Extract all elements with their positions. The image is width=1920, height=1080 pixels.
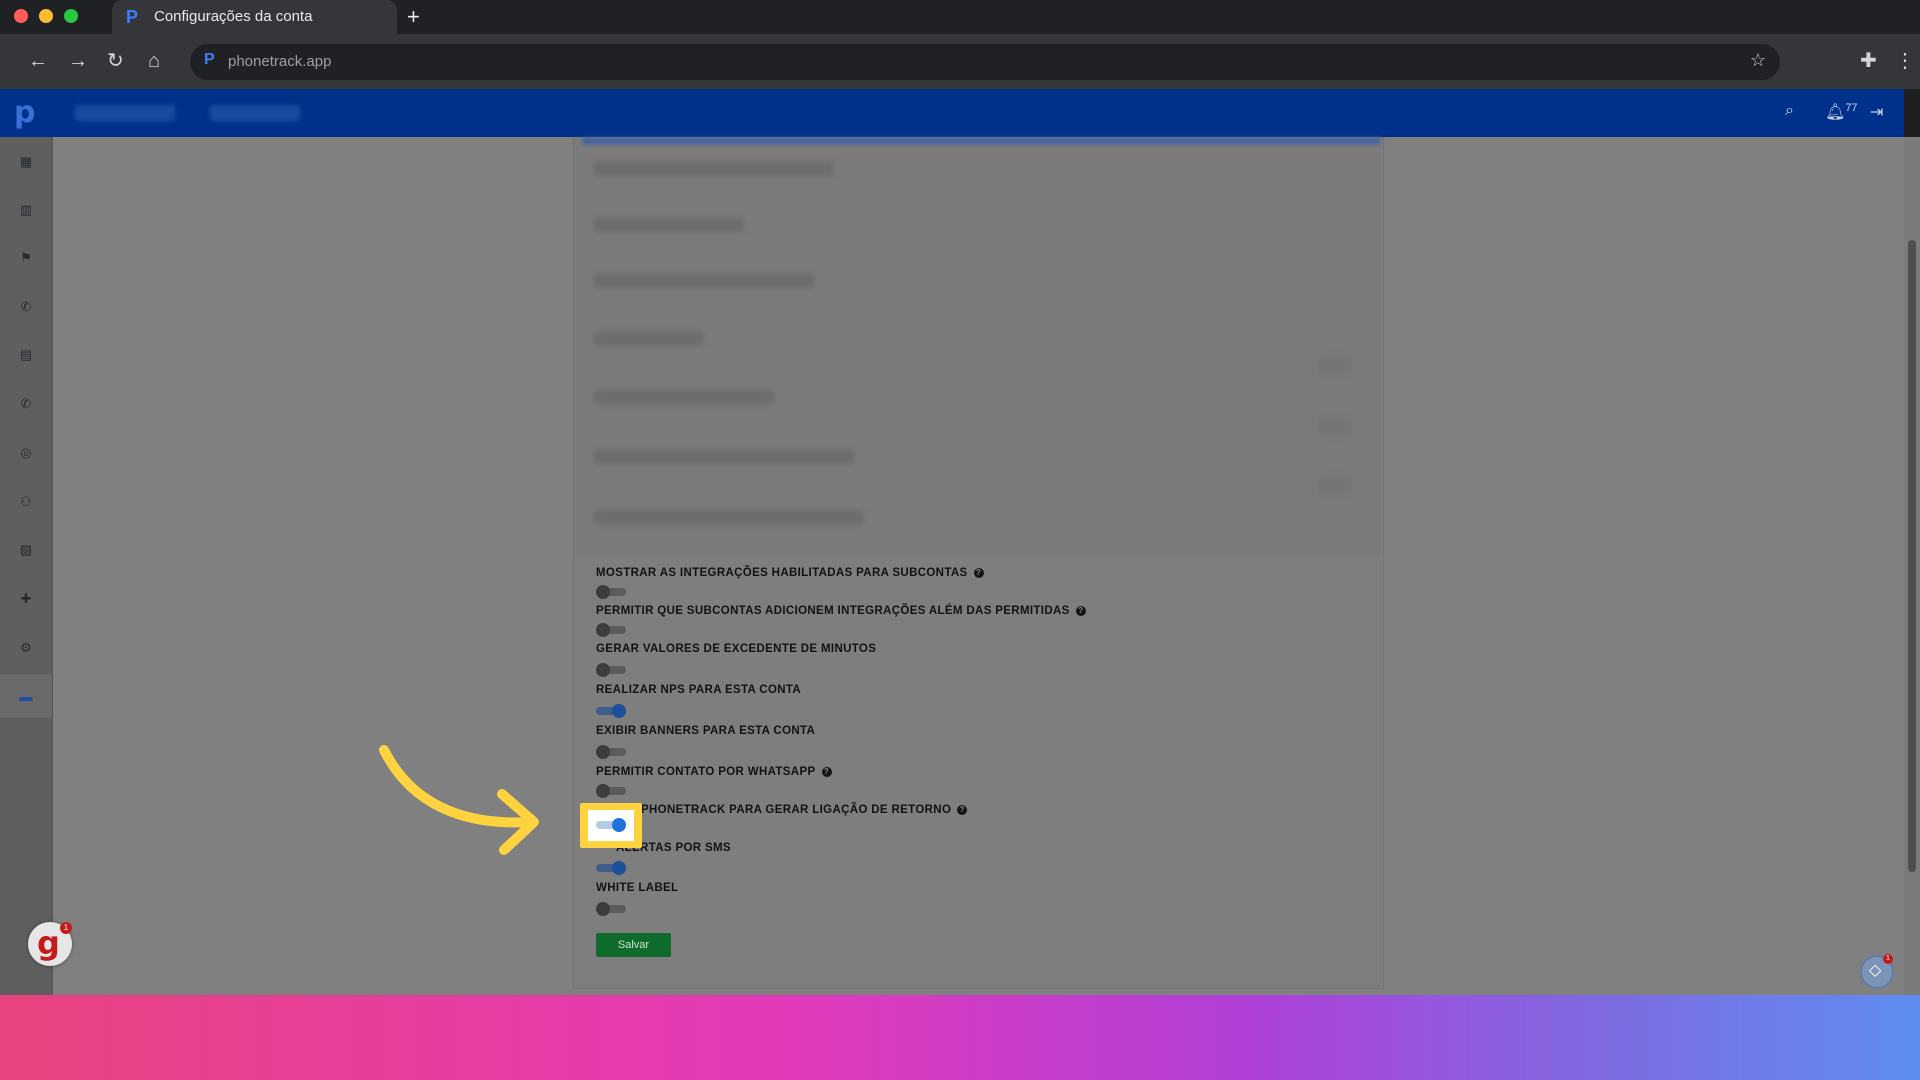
call-icon[interactable]: ✆ [0, 396, 52, 412]
maximize-window-button[interactable] [64, 9, 78, 23]
settings-gear-icon[interactable]: ⚙ [0, 640, 52, 656]
store-icon[interactable]: ▬ [0, 689, 52, 704]
site-favicon-icon: P [204, 51, 215, 68]
help-icon[interactable]: ? [957, 804, 968, 815]
dashboard-icon[interactable]: ▦ [0, 154, 52, 170]
chat-icon: ◇ [1869, 962, 1882, 979]
contact-card-icon[interactable]: ▤ [0, 347, 52, 363]
growth-badge: 1 [60, 922, 72, 934]
blurred-row [594, 274, 814, 288]
toggle-switch[interactable] [596, 784, 626, 798]
scrollbar-thumb[interactable] [1908, 240, 1916, 872]
tutorial-arrow-icon [379, 745, 539, 855]
search-icon[interactable]: ⌕ [1785, 102, 1794, 120]
browser-tab-strip: P Configurações da conta + [0, 0, 1920, 34]
minimize-window-button[interactable] [39, 9, 53, 23]
tutorial-highlight-box [580, 803, 642, 848]
notification-count: 77 [1845, 102, 1858, 114]
help-icon[interactable]: ? [1075, 605, 1086, 616]
address-url: phonetrack.app [228, 53, 332, 70]
chat-badge: 1 [1883, 954, 1893, 964]
blurred-row [594, 332, 704, 346]
growth-widget[interactable]: g 1 [28, 922, 72, 966]
save-button[interactable]: Salvar [596, 933, 671, 957]
subaccount-selector[interactable] [210, 105, 300, 121]
help-icon[interactable]: ? [821, 766, 832, 777]
sidebar: ▦ ▥ ⚑ ✆ ▤ ✆ ◎ ⚇ ▧ ✚ ⚙ ▬ [0, 137, 53, 995]
logout-icon[interactable]: ⇥ [1870, 102, 1883, 122]
account-settings-card: MOSTRAR AS INTEGRAÇÕES HABILITADAS PARA … [573, 137, 1384, 989]
account-selector[interactable] [75, 105, 175, 121]
new-tab-button[interactable]: + [407, 4, 420, 30]
toggle-switch[interactable] [596, 902, 626, 916]
reload-icon[interactable]: ↻ [107, 49, 124, 73]
close-window-button[interactable] [14, 9, 28, 23]
setting-label: EXIBIR BANNERS PARA ESTA CONTA [596, 725, 816, 737]
blurred-input [1319, 356, 1351, 376]
browser-menu-icon[interactable]: ⋮ [1895, 48, 1915, 73]
reports-icon[interactable]: ▥ [0, 202, 52, 218]
app-header: p ⌕ 🔔︎77 ⇥ [0, 89, 1904, 137]
setting-label: MOSTRAR AS INTEGRAÇÕES HABILITADAS PARA … [596, 567, 968, 579]
tab-title: Configurações da conta [154, 8, 313, 25]
blurred-row [594, 218, 744, 232]
toggle-switch[interactable] [596, 623, 626, 637]
toggle-switch[interactable] [596, 861, 626, 875]
address-bar[interactable]: P phonetrack.app ☆ [190, 44, 1780, 80]
blurred-row [594, 510, 864, 524]
page-scrollbar[interactable] [1904, 137, 1920, 995]
phonetrack-favicon-icon: P [126, 7, 139, 27]
bottom-gradient-bar [0, 995, 1920, 1080]
toggle-switch[interactable] [596, 704, 626, 718]
chat-widget[interactable]: ◇ 1 [1860, 954, 1894, 989]
library-icon[interactable]: ▧ [0, 542, 52, 558]
card-top-accent [582, 138, 1380, 144]
setting-label: PERMITIR QUE SUBCONTAS ADICIONEM INTEGRA… [596, 605, 1070, 617]
flag-icon[interactable]: ⚑ [0, 250, 52, 266]
setting-label: GERAR VALORES DE EXCEDENTE DE MINUTOS [596, 643, 877, 655]
extensions-puzzle-icon[interactable]: ✚ [1860, 48, 1877, 73]
blurred-settings-panel [574, 138, 1383, 558]
blurred-input [1319, 476, 1351, 496]
blurred-input [1319, 416, 1351, 436]
target-icon[interactable]: ◎ [0, 445, 52, 461]
setting-label: WHITE LABEL [596, 882, 679, 894]
browser-tab-active[interactable]: P Configurações da conta [112, 0, 397, 34]
users-icon[interactable]: ⚇ [0, 494, 52, 510]
setting-label: PERMITIR CONTATO POR WHATSAPP [596, 766, 816, 778]
growth-logo-icon: g [37, 924, 60, 962]
toggle-switch[interactable] [596, 585, 626, 599]
notification-bell-icon[interactable]: 🔔︎77 [1825, 102, 1858, 122]
callback-toggle-switch[interactable] [596, 818, 626, 832]
bookmark-star-icon[interactable]: ☆ [1750, 50, 1766, 71]
home-icon[interactable]: ⌂ [148, 49, 160, 73]
toggle-switch[interactable] [596, 663, 626, 677]
setting-label: REALIZAR NPS PARA ESTA CONTA [596, 684, 802, 696]
blurred-row [594, 450, 854, 464]
toggle-switch[interactable] [596, 745, 626, 759]
phonetrack-logo-icon[interactable]: p [14, 95, 35, 130]
integrations-puzzle-icon[interactable]: ✚ [0, 591, 52, 607]
blurred-row [594, 390, 774, 404]
phone-icon[interactable]: ✆ [0, 299, 52, 315]
back-arrow-icon[interactable]: ← [28, 49, 48, 73]
setting-label: PHONETRACK PARA GERAR LIGAÇÃO DE RETORNO [641, 804, 952, 816]
blurred-row [594, 162, 834, 176]
help-icon[interactable]: ? [973, 567, 984, 578]
browser-toolbar: ← → ↻ ⌂ P phonetrack.app ☆ ✚ ⋮ [0, 34, 1920, 89]
forward-arrow-icon[interactable]: → [68, 49, 88, 73]
